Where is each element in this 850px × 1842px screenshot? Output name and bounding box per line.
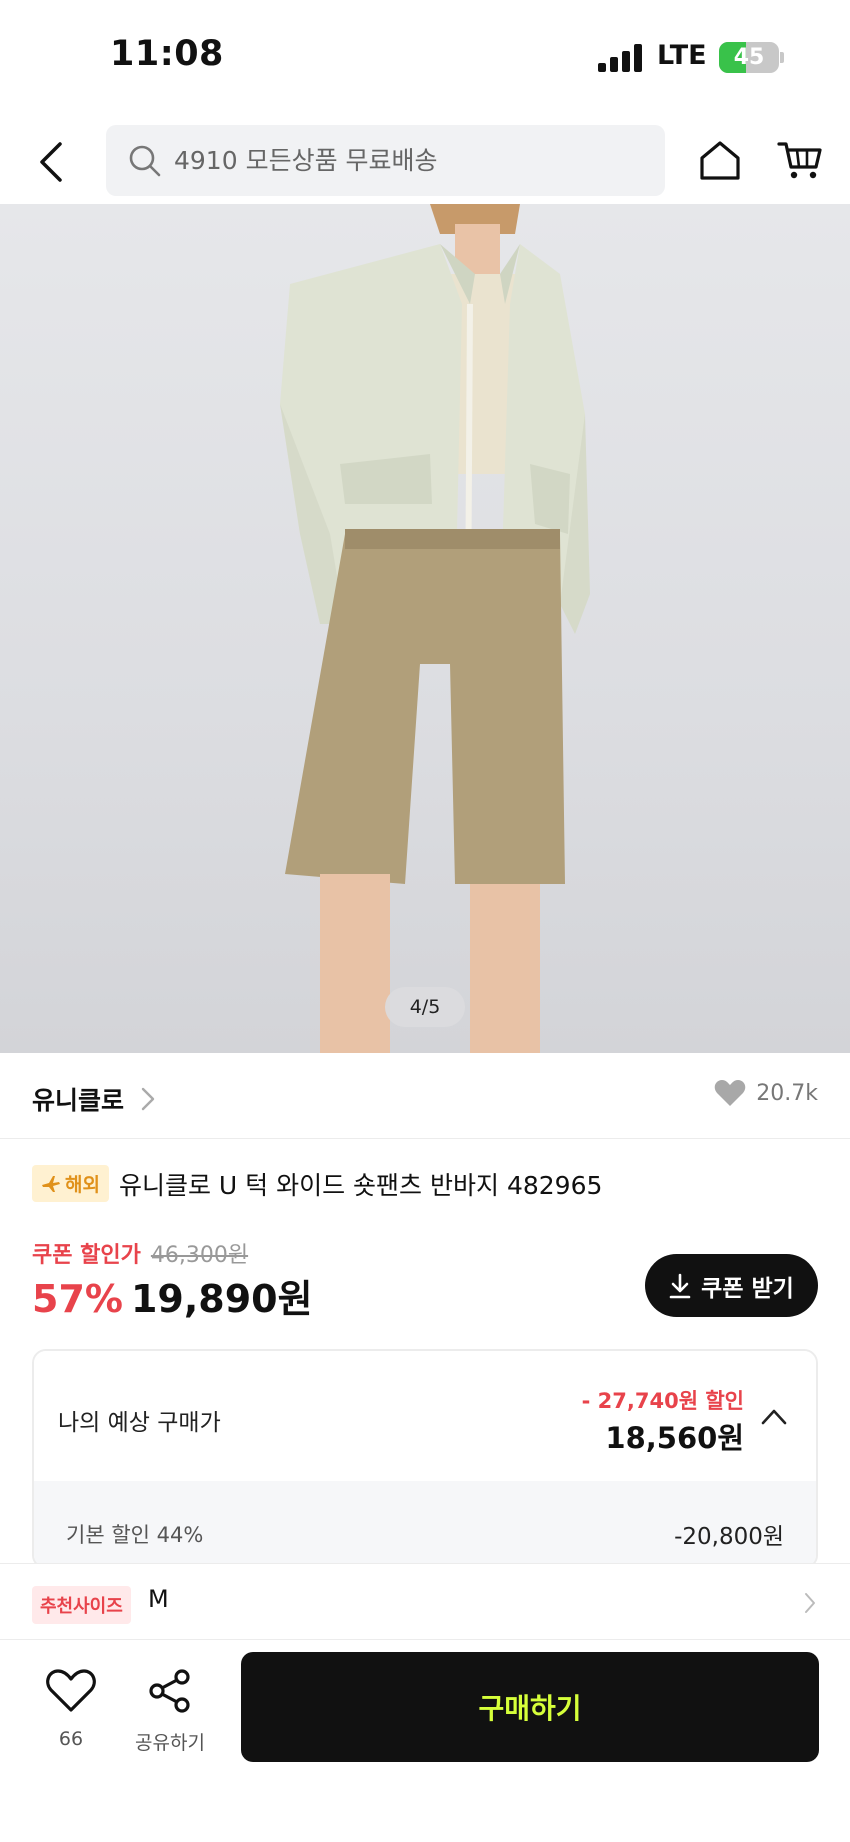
original-price: 46,300원: [150, 1243, 249, 1268]
recommended-size-badge: 추천사이즈: [32, 1586, 131, 1624]
chevron-up-icon[interactable]: [760, 1407, 788, 1427]
home-icon: [700, 141, 740, 180]
brand-link[interactable]: 유니클로: [32, 1081, 156, 1117]
search-icon: [129, 145, 161, 176]
expected-discount: - 27,740원 할인: [581, 1389, 744, 1413]
brand-like[interactable]: 20.7k: [714, 1079, 818, 1107]
search-bar[interactable]: [106, 125, 665, 196]
expected-price-detail: 기본 할인 44% -20,800원: [34, 1481, 816, 1567]
back-arrow-icon: [40, 142, 62, 182]
base-discount-value: -20,800원: [674, 1524, 784, 1550]
coupon-button-label: 쿠폰 받기: [701, 1275, 794, 1302]
expected-price-label: 나의 예상 구매가: [58, 1410, 221, 1436]
overseas-badge: 해외: [32, 1165, 109, 1202]
recommended-size-bar[interactable]: 추천사이즈 M: [0, 1563, 850, 1640]
product-title: 유니클로 U 턱 와이드 숏팬츠 반바지 482965: [118, 1170, 603, 1200]
final-price: 19,890원: [130, 1277, 313, 1321]
coupon-download-button[interactable]: 쿠폰 받기: [645, 1254, 818, 1317]
cart-icon: [777, 142, 822, 179]
airplane-icon: [42, 1175, 60, 1192]
product-title-row: 해외 유니클로 U 턱 와이드 숏팬츠 반바지 482965: [32, 1165, 832, 1202]
search-input[interactable]: [174, 146, 644, 175]
like-button[interactable]: 66: [42, 1668, 100, 1750]
brand-like-count: 20.7k: [756, 1080, 818, 1106]
status-time: 11:08: [110, 34, 224, 74]
top-nav: [0, 118, 850, 204]
heart-filled-icon: [715, 1080, 746, 1106]
price-row: 57% 19,890원: [32, 1268, 313, 1323]
image-counter: 4/5: [385, 987, 465, 1027]
product-image[interactable]: [0, 204, 850, 1053]
heart-outline-icon: [46, 1669, 96, 1712]
battery-tip: [780, 52, 784, 63]
expected-price-box: 나의 예상 구매가 - 27,740원 할인 18,560원 기본 할인 44%…: [32, 1349, 818, 1569]
bottom-action-bar: 66 공유하기 구매하기: [0, 1640, 850, 1842]
battery-icon: 45: [719, 42, 779, 73]
coupon-price-label: 쿠폰 할인가: [32, 1243, 141, 1268]
overseas-badge-label: 해외: [65, 1174, 100, 1196]
base-discount-label: 기본 할인 44%: [66, 1523, 204, 1547]
download-icon: [669, 1273, 691, 1298]
share-icon: [149, 1669, 190, 1713]
share-button[interactable]: 공유하기: [130, 1668, 210, 1755]
discount-rate: 57%: [32, 1277, 123, 1321]
home-button[interactable]: [692, 132, 748, 188]
brand-row: 유니클로 20.7k: [0, 1053, 850, 1139]
status-bar: 11:08 LTE 45: [0, 0, 850, 118]
cart-button[interactable]: [772, 132, 828, 188]
product-photo: [280, 204, 590, 1053]
share-label: 공유하기: [135, 1732, 205, 1754]
coupon-price-label-row: 쿠폰 할인가 46,300원: [32, 1237, 248, 1269]
battery-level: 45: [733, 45, 765, 70]
recommended-size-value: M: [148, 1585, 169, 1613]
brand-name: 유니클로: [32, 1086, 125, 1115]
back-button[interactable]: [28, 132, 74, 192]
expected-price: 18,560원: [605, 1421, 744, 1455]
signal-icon: [598, 44, 644, 72]
like-count: 66: [58, 1728, 84, 1750]
chevron-right-icon: [141, 1087, 155, 1111]
buy-button[interactable]: 구매하기: [241, 1652, 819, 1762]
network-type: LTE: [657, 40, 707, 71]
expected-price-header[interactable]: 나의 예상 구매가 - 27,740원 할인 18,560원: [34, 1351, 816, 1481]
chevron-right-icon: [805, 1593, 815, 1613]
